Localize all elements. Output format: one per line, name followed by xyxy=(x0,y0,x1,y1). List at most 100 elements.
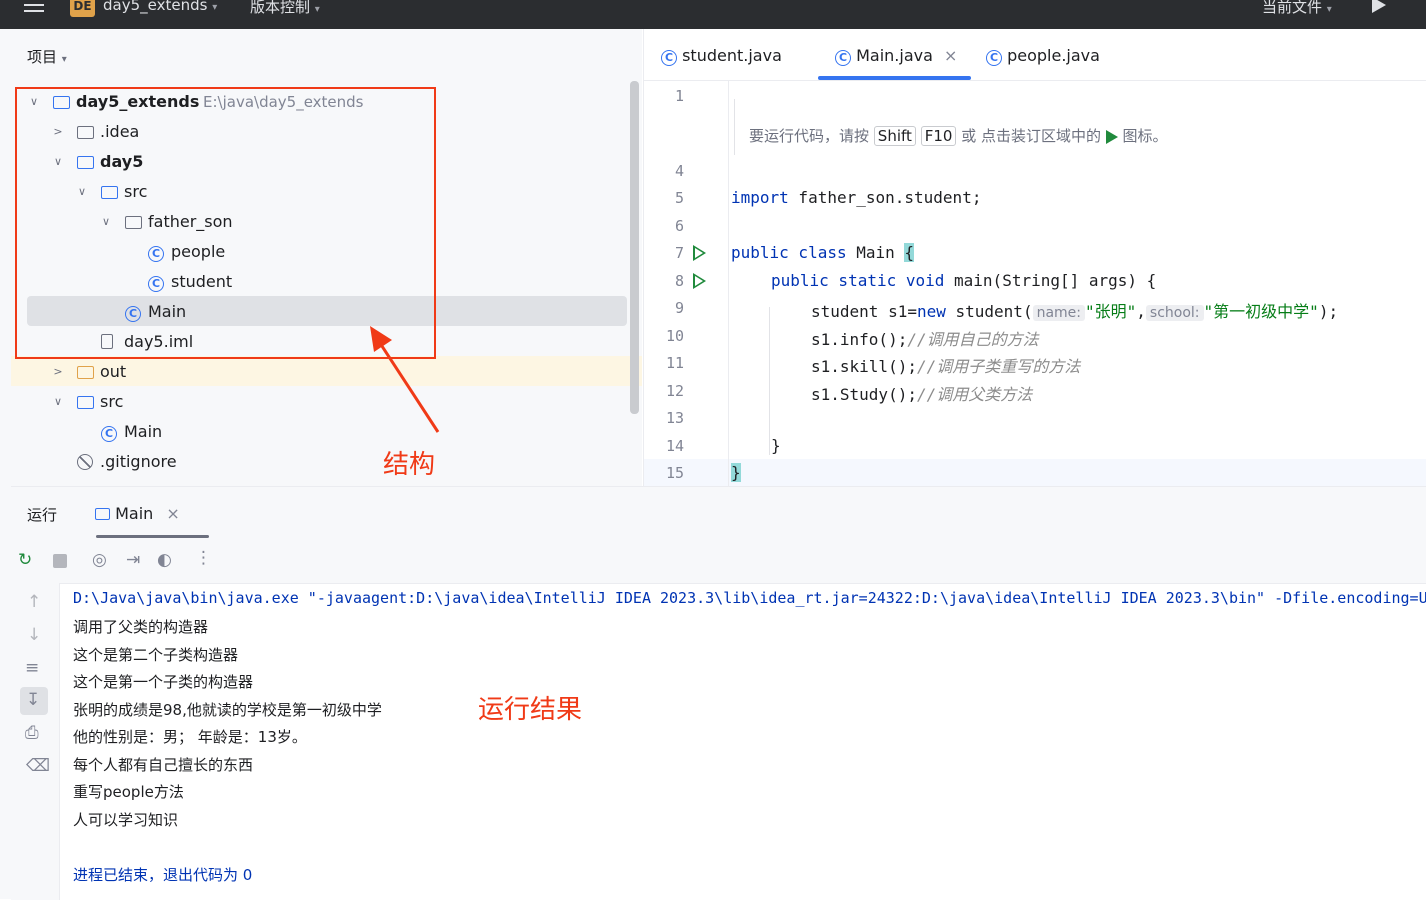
annotation-box xyxy=(15,87,436,359)
console-line: 人可以学习知识 xyxy=(73,811,179,829)
code-line-9: student s1=new student(name: "张明", school:… xyxy=(811,302,1339,321)
line-number: 5 xyxy=(674,189,684,207)
line-number: 14 xyxy=(665,437,684,455)
console-command-line: D:\Java\java\bin\java.exe "-javaagent:D:… xyxy=(73,589,1426,607)
editor-tabs: C student.java C Main.java × C people.ja… xyxy=(644,29,1426,81)
code-line-7: public class Main { xyxy=(731,243,915,262)
indent-guide xyxy=(769,307,770,455)
line-number: 9 xyxy=(674,299,684,317)
rerun-icon[interactable]: ↻ xyxy=(18,550,32,570)
scroll-end-icon: ↧ xyxy=(26,690,41,710)
tree-item-label: Main xyxy=(124,422,163,441)
arrow-up-icon[interactable]: ↑ xyxy=(27,592,41,612)
scrollbar[interactable] xyxy=(630,81,639,414)
run-button[interactable] xyxy=(1372,0,1386,13)
active-tab-indicator xyxy=(818,76,971,80)
console-icon xyxy=(95,508,110,520)
class-icon: C xyxy=(835,46,851,66)
line-number: 13 xyxy=(665,409,684,427)
code-line-8: public static void main(String[] args) { xyxy=(771,271,1157,290)
tree-item-label: src xyxy=(100,392,124,411)
code-line-15: } xyxy=(731,463,741,482)
chevron-down-icon: ▾ xyxy=(314,4,320,15)
run-gutter-icon[interactable] xyxy=(693,245,706,261)
hamburger-icon[interactable] xyxy=(24,0,44,12)
code-line-10: s1.info();//调用自己的方法 xyxy=(811,330,1039,349)
code-line-12: s1.Study();//调用父类方法 xyxy=(811,385,1033,404)
run-tab-main[interactable]: Main × xyxy=(95,504,180,523)
export-icon[interactable]: ⇥ xyxy=(126,550,140,570)
console-line: 调用了父类的构造器 xyxy=(73,618,209,636)
tab-people-java[interactable]: C people.java xyxy=(986,46,1100,66)
excluded-folder-icon xyxy=(77,357,94,387)
tree-item-label: out xyxy=(100,362,127,381)
line-number: 10 xyxy=(665,327,684,345)
chevron-down-icon: ▾ xyxy=(61,54,67,65)
chevron-down-icon: ▾ xyxy=(1326,4,1332,15)
code-editor[interactable]: C student.java C Main.java × C people.ja… xyxy=(643,29,1426,487)
more-icon[interactable]: ⋮ xyxy=(195,548,212,568)
console-line: 重写people方法 xyxy=(73,783,184,801)
class-icon: C xyxy=(661,46,677,66)
run-config-select[interactable]: 当前文件 ▾ xyxy=(1262,0,1332,17)
project-panel-header[interactable]: 项目 ▾ xyxy=(27,46,67,67)
annotation-structure-label: 结构 xyxy=(383,450,436,480)
soft-wrap-icon[interactable]: ≡ xyxy=(25,658,39,678)
tree-item-gitignore[interactable]: .gitignore xyxy=(77,447,177,477)
param-hint: school: xyxy=(1145,305,1204,321)
tab-student-java[interactable]: C student.java xyxy=(661,46,782,66)
project-switcher[interactable]: day5_extends ▾ xyxy=(103,0,217,14)
console-line: 他的性别是：男； 年龄是：13岁。 xyxy=(73,728,307,746)
class-icon: C xyxy=(986,46,1002,66)
ignored-file-icon xyxy=(77,452,93,471)
chevron-down-icon: ▾ xyxy=(212,2,218,13)
chevron-down-icon[interactable]: ∨ xyxy=(52,387,64,417)
console-line: 这个是第一个子类的构造器 xyxy=(73,673,254,691)
line-number: 1 xyxy=(674,87,684,105)
class-icon: C xyxy=(101,422,117,442)
line-number: 4 xyxy=(674,162,684,180)
indent-guide xyxy=(734,99,735,155)
annotation-arrow xyxy=(370,326,440,433)
scroll-to-end-toggle[interactable]: ↧ xyxy=(20,687,48,715)
source-folder-icon xyxy=(77,387,94,417)
trash-icon[interactable]: ⌫ xyxy=(26,756,50,776)
stop-icon[interactable] xyxy=(53,554,67,568)
close-icon[interactable]: × xyxy=(944,46,957,65)
vcs-menu[interactable]: 版本控制 ▾ xyxy=(250,0,320,17)
camera-icon[interactable]: ◎ xyxy=(92,550,107,570)
run-toolbar: ↻ ◎ ⇥ ◐ ⋮ xyxy=(11,539,1426,584)
code-line-5: import father_son.student; xyxy=(731,188,982,207)
run-panel: 运行 Main × ↻ ◎ ⇥ ◐ ⋮ ↑ ↓ ≡ ↧ ⎙ ⌫ D:\Java\… xyxy=(11,486,1426,900)
run-panel-header: 运行 Main × xyxy=(11,487,1426,539)
line-number: 8 xyxy=(674,272,684,290)
active-tab-indicator xyxy=(96,535,209,538)
run-gutter-icon[interactable] xyxy=(693,273,706,289)
line-number: 6 xyxy=(674,217,684,235)
line-number: 15 xyxy=(665,464,684,482)
shortcut-key: Shift xyxy=(873,126,916,146)
code-line-11: s1.skill();//调用子类重写的方法 xyxy=(811,357,1081,376)
arrow-down-icon[interactable]: ↓ xyxy=(27,625,41,645)
tab-main-java[interactable]: C Main.java × xyxy=(835,46,957,66)
project-badge: DE xyxy=(70,0,95,17)
current-line-highlight xyxy=(644,459,1426,487)
console-side-toolbar: ↑ ↓ ≡ ↧ ⎙ ⌫ xyxy=(11,583,60,900)
print-icon[interactable]: ⎙ xyxy=(25,723,39,743)
console-line: 每个人都有自己擅长的东西 xyxy=(73,756,254,774)
line-number: 11 xyxy=(665,354,684,372)
tree-item-main-root[interactable]: C Main xyxy=(101,417,162,447)
run-panel-title: 运行 xyxy=(27,506,58,524)
title-bar: DE day5_extends ▾ 版本控制 ▾ 当前文件 ▾ xyxy=(0,0,1426,29)
annotation-result-label: 运行结果 xyxy=(478,695,583,725)
close-icon[interactable]: × xyxy=(166,504,179,523)
chevron-right-icon[interactable]: > xyxy=(52,357,64,387)
run-hint: 要运行代码，请按 Shift F10 或 点击装订区域中的 图标。 xyxy=(749,126,1168,146)
line-number: 7 xyxy=(674,244,684,262)
param-hint: name: xyxy=(1032,305,1085,321)
code-line-14: } xyxy=(771,436,781,455)
gauge-icon[interactable]: ◐ xyxy=(157,550,172,570)
shortcut-key: F10 xyxy=(920,126,957,146)
tree-item-label: .gitignore xyxy=(100,452,177,471)
play-icon xyxy=(1105,129,1118,144)
